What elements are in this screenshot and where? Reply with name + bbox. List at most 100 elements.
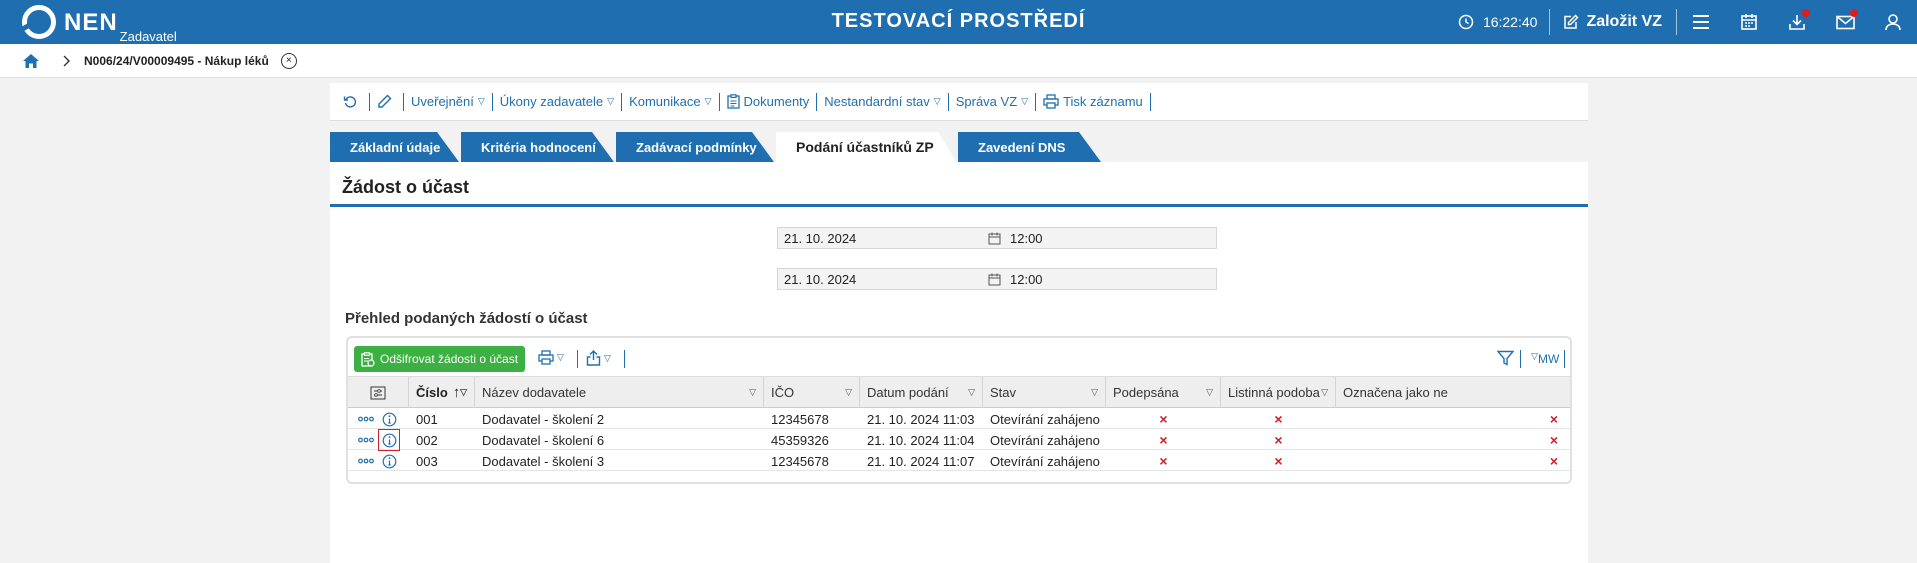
edit-button[interactable] xyxy=(370,93,403,111)
nonstandard-state-menu[interactable]: Nestandardní stav ▽ xyxy=(817,93,947,111)
cell-state: Otevírání zahájeno xyxy=(990,432,1100,448)
column-header-signed[interactable]: Podepsána ▽ xyxy=(1106,377,1221,408)
grid-print-menu[interactable]: ▽ xyxy=(538,350,564,365)
print-record-button[interactable]: Tisk záznamu xyxy=(1036,93,1150,111)
column-filter-icon[interactable]: ▽ xyxy=(749,387,756,398)
column-filter-icon[interactable]: ▽ xyxy=(1206,387,1213,398)
column-settings-button[interactable] xyxy=(348,377,409,408)
home-button[interactable] xyxy=(22,53,40,69)
grid-toolbar-divider xyxy=(624,350,625,368)
column-header-label: Podepsána xyxy=(1113,385,1179,400)
chevron-down-icon: ▽ xyxy=(1531,351,1538,361)
column-header-submission-date[interactable]: Datum podání ▽ xyxy=(860,377,983,408)
tab-label: Základní údaje xyxy=(350,139,441,155)
column-filter-icon[interactable]: ▽ xyxy=(845,387,852,398)
record-toolbar: Uveřejnění ▽ Úkony zadavatele ▽ Komunikace… xyxy=(330,83,1588,121)
more-dots-icon xyxy=(358,458,374,464)
main-menu-button[interactable] xyxy=(1677,0,1725,44)
column-filter-icon[interactable]: ▽ xyxy=(1091,387,1098,398)
grid-toolbar-divider xyxy=(1520,350,1521,368)
column-header-label: Stav xyxy=(990,385,1017,400)
tab-dns-introduction[interactable]: Zavedení DNS xyxy=(958,132,1101,162)
chevron-down-icon: ▽ xyxy=(477,96,485,106)
publication-menu[interactable]: Uveřejnění ▽ xyxy=(404,93,492,111)
grid-export-menu[interactable]: ▽ xyxy=(586,350,611,366)
refresh-button[interactable] xyxy=(336,93,369,111)
tab-label: Zavedení DNS xyxy=(978,139,1066,155)
tab-tender-conditions[interactable]: Zadávací podmínky xyxy=(616,132,774,162)
top-right-controls: 16:22:40 Založit VZ xyxy=(1446,0,1917,44)
breadcrumb: N006/24/V00009495 - Nákup léků × xyxy=(0,44,1917,78)
cross-icon: × xyxy=(1159,453,1168,469)
more-dots-icon xyxy=(358,416,374,422)
info-icon xyxy=(382,433,396,447)
contract-management-menu[interactable]: Správa VZ ▽ xyxy=(949,93,1035,111)
grid-filter-button[interactable] xyxy=(1497,350,1514,366)
filter-icon xyxy=(1497,350,1514,366)
contracting-actions-menu[interactable]: Úkony zadavatele ▽ xyxy=(493,93,621,111)
row-actions-button[interactable] xyxy=(358,411,376,427)
nonstandard-state-label: Nestandardní stav xyxy=(824,94,930,109)
grid-toolbar-divider xyxy=(577,350,578,368)
calendar-icon[interactable] xyxy=(988,232,1001,245)
page-title: Žádost o účast xyxy=(342,177,470,197)
row-detail-button[interactable] xyxy=(380,410,398,428)
column-header-label: Listinná podoba xyxy=(1228,385,1320,400)
grid-view-menu[interactable]: ▽ xyxy=(1528,351,1538,362)
time-value: 16:22:40 xyxy=(1482,14,1538,30)
opening-field[interactable]: 21. 10. 2024 12:00 xyxy=(777,268,1217,290)
row-actions-button[interactable] xyxy=(358,432,376,448)
column-header-state[interactable]: Stav ▽ xyxy=(983,377,1106,408)
messages-button[interactable] xyxy=(1821,0,1869,44)
row-actions-button[interactable] xyxy=(358,453,376,469)
user-profile-button[interactable] xyxy=(1869,0,1917,44)
communication-menu[interactable]: Komunikace ▽ xyxy=(622,93,718,111)
deadline-field[interactable]: 21. 10. 2024 12:00 xyxy=(777,227,1217,249)
chevron-down-icon: ▽ xyxy=(704,96,712,106)
cell-number: 003 xyxy=(416,453,438,469)
column-header-marked[interactable]: Označena jako ne xyxy=(1336,377,1570,408)
cell-submission-date: 21. 10. 2024 11:03 xyxy=(867,411,975,427)
downloads-button[interactable] xyxy=(1773,0,1821,44)
nen-logo[interactable]: NEN Zadavatel xyxy=(22,5,177,44)
chevron-down-icon: ▽ xyxy=(933,96,941,106)
create-contract-button[interactable]: Založit VZ xyxy=(1550,13,1676,31)
close-record-button[interactable]: × xyxy=(280,52,297,69)
logo-subtitle: Zadavatel xyxy=(119,29,177,44)
table-row[interactable]: 002 Dodavatel - školení 6 45359326 21. 1… xyxy=(348,429,1570,451)
cell-submission-date: 21. 10. 2024 11:04 xyxy=(867,432,975,448)
row-detail-button[interactable] xyxy=(380,452,398,470)
column-header-ico[interactable]: IČO ▽ xyxy=(764,377,860,408)
table-row[interactable]: 001 Dodavatel - školení 2 12345678 21. 1… xyxy=(348,409,1570,429)
column-header-supplier[interactable]: Název dodavatele ▽ xyxy=(475,377,764,408)
column-header-label: IČO xyxy=(771,385,795,400)
notification-dot xyxy=(1850,9,1858,17)
row-detail-button[interactable] xyxy=(378,429,400,451)
publication-label: Uveřejnění xyxy=(411,94,474,109)
breadcrumb-current[interactable]: N006/24/V00009495 - Nákup léků xyxy=(84,54,269,68)
table-row[interactable]: 003 Dodavatel - školení 3 12345678 21. 1… xyxy=(348,451,1570,471)
home-icon xyxy=(23,53,39,68)
column-filter-icon[interactable]: ▽ xyxy=(460,387,467,398)
grid-view-name[interactable]: MW xyxy=(1538,352,1559,366)
documents-button[interactable]: Dokumenty xyxy=(720,93,817,111)
tab-participant-submissions[interactable]: Podání účastníků ZP xyxy=(776,132,956,162)
logo-text: NEN xyxy=(64,9,118,36)
logo-ring-icon xyxy=(22,5,56,39)
column-header-paper-form[interactable]: Listinná podoba ▽ xyxy=(1221,377,1336,408)
tab-basic-info[interactable]: Základní údaje xyxy=(330,132,459,162)
column-filter-icon[interactable]: ▽ xyxy=(968,387,975,398)
printer-icon xyxy=(538,350,554,365)
calendar-button[interactable] xyxy=(1725,0,1773,44)
opening-time: 12:00 xyxy=(1010,271,1043,287)
cell-state: Otevírání zahájeno xyxy=(990,411,1100,427)
calendar-icon[interactable] xyxy=(988,273,1001,286)
column-header-label: Číslo xyxy=(416,385,448,400)
cross-icon: × xyxy=(1159,411,1168,427)
decrypt-requests-button[interactable]: Odšifrovat žádosti o účast xyxy=(354,346,526,372)
export-icon xyxy=(586,350,601,366)
column-header-number[interactable]: Číslo ↑ ▽ xyxy=(409,377,475,408)
tab-evaluation-criteria[interactable]: Kritéria hodnocení xyxy=(461,132,614,162)
menu-icon xyxy=(1693,15,1709,29)
column-filter-icon[interactable]: ▽ xyxy=(1321,387,1328,398)
